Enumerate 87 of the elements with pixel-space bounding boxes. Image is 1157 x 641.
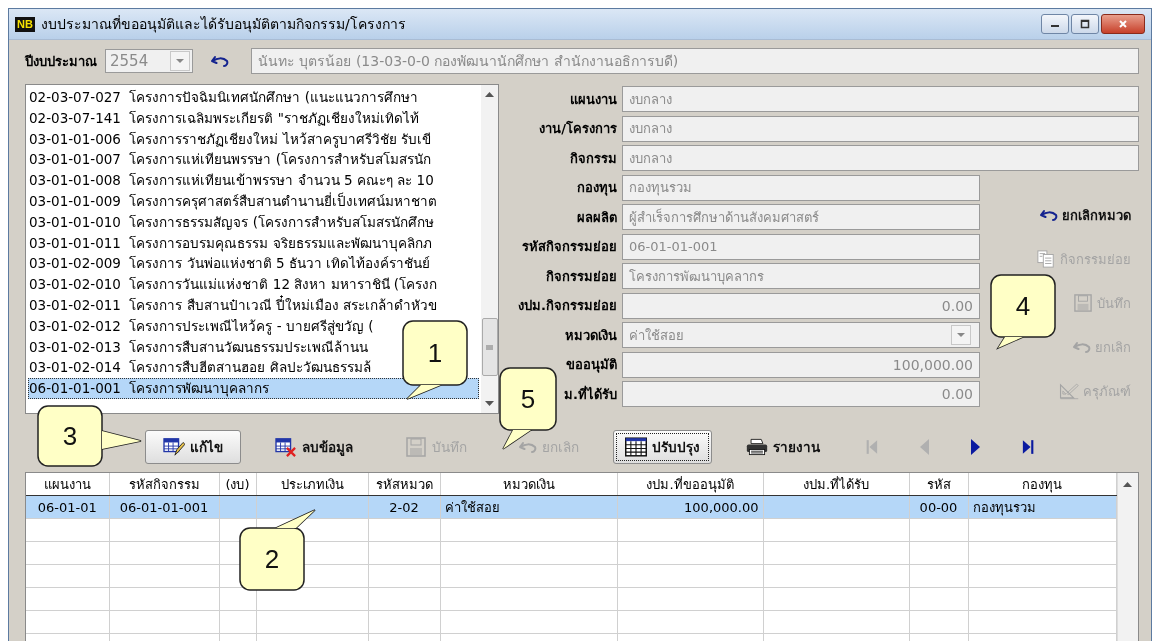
dropdown-arrow-icon[interactable]	[957, 333, 965, 337]
column-header[interactable]: หมวดเงิน	[440, 473, 617, 496]
column-header[interactable]: งปม.ที่ได้รับ	[763, 473, 909, 496]
field-label: งาน/โครงการ	[539, 121, 617, 136]
year-label: ปีงบประมาณ	[25, 52, 97, 71]
field-label: ขออนุมัติ	[566, 357, 617, 372]
column-header[interactable]: รหัส	[909, 473, 968, 496]
list-item[interactable]: 03-01-02-009 โครงการ วันพ่อแห่งชาติ 5 ธันวา เทิดไท้องค์ราชันย์	[28, 253, 431, 275]
table-cell: 06-01-01-001	[109, 495, 219, 519]
triangle-left-icon	[918, 438, 930, 456]
number-field: 0.00	[622, 292, 980, 319]
list-item[interactable]: 03-01-02-013 โครงการสืบสานวัฒนธรรมประเพณีล้านน	[28, 336, 369, 358]
list-item[interactable]: 02-03-07-027 โครงการปัจฉิมนิเทศนักศึกษา (แนะแนวการศึกษา	[28, 87, 419, 108]
number-field: 0.00	[622, 381, 980, 407]
column-header[interactable]: แผนงาน	[26, 473, 109, 496]
callout-number: 5	[520, 384, 536, 414]
scroll-up-icon[interactable]	[485, 92, 494, 97]
callout-number: 4	[1015, 291, 1031, 321]
field-label: งปม.กิจกรรมย่อย	[518, 298, 617, 313]
list-item[interactable]: 03-01-02-011 โครงการ สืบสานป๋าเวณี ปี๋ใหม่เมือง สระเกล้าดำหัวข	[28, 294, 438, 316]
column-header[interactable]: รหัสกิจกรรม	[109, 473, 219, 496]
column-header[interactable]: รหัสหมวด	[368, 473, 440, 496]
scrollbar[interactable]	[1116, 473, 1138, 641]
toolbar-button[interactable]: ปรับปรุง	[613, 430, 712, 464]
person-field: นันทะ บุตรน้อย (13-03-0-0 กองพัฒนานักศึกษา สำนักงานอธิการบดี)	[251, 48, 1139, 74]
triangle-right-icon	[970, 438, 982, 456]
table-cell: ค่าใช้สอย	[440, 495, 617, 519]
column-header[interactable]: กองทุน	[968, 473, 1116, 496]
minimize-button[interactable]	[1041, 14, 1069, 34]
printer-icon	[746, 437, 768, 457]
table-cell: กองทุนรวม	[968, 495, 1116, 519]
list-item[interactable]: 03-01-01-011 โครงการอบรมคุณธรรม จริยธรรมและพัฒนาบุคลิกภ	[28, 232, 432, 254]
list-item[interactable]: 03-01-01-007 โครงการแห่เทียนพรรษา (โครงการสำหรับสโมสรนัก	[28, 149, 432, 171]
scroll-down-icon[interactable]	[485, 401, 494, 406]
table-cell: 06-01-01	[26, 495, 109, 519]
list-item[interactable]: 03-01-01-010 โครงการธรรมสัญจร (โครงการสำหรับสโมสรนักศึกษ	[28, 211, 435, 233]
toolbar-button[interactable]: รายงาน	[728, 430, 838, 464]
project-list[interactable]	[25, 84, 499, 414]
table-cell: 100,000.00	[617, 495, 763, 519]
table-row[interactable]: 06-01-01 06-01-01-001 2-02 ค่าใช้สอย 100,000.00 00-00 กองทุนรวม	[26, 495, 1116, 519]
column-header[interactable]: ประเภทเงิน	[256, 473, 368, 496]
grip-icon	[486, 344, 493, 350]
callout-number: 2	[264, 544, 280, 574]
field-label: กองทุน	[577, 180, 617, 195]
scroll-thumb[interactable]	[481, 318, 498, 376]
callout-number: 1	[427, 338, 443, 368]
field-label: รหัสกิจกรรมย่อย	[522, 239, 617, 254]
list-item[interactable]: 06-01-01-001 โครงการพัฒนาบุคลากร	[28, 378, 479, 399]
set-square-icon	[1059, 382, 1079, 400]
app-logo: NB	[15, 16, 35, 32]
list-item[interactable]: 03-01-02-010 โครงการวันแม่แห่งชาติ 12 สิงหา มหาราชินี (โครงก	[28, 274, 438, 295]
field-label: กิจกรรม	[570, 150, 617, 166]
skip-to-end-icon	[1022, 438, 1034, 456]
list-item[interactable]: 03-01-01-009 โครงการครุศาสตร์สืบสานตำนานยี่เป็งเทศน์มหาชาต	[28, 191, 438, 212]
grid-pencil-icon	[163, 437, 185, 457]
undo-icon[interactable]	[211, 54, 229, 68]
undo-icon	[1073, 340, 1091, 354]
toolbar-button[interactable]: แก้ไข	[145, 430, 241, 464]
field-label: ม.ที่ได้รับ	[564, 386, 617, 402]
close-button[interactable]	[1101, 14, 1145, 34]
list-item[interactable]: 02-03-07-141 โครงการเฉลิมพระเกียรติ "ราชภัฏเชียงใหม่เทิดไท้	[28, 107, 419, 129]
maximize-icon[interactable]	[1080, 19, 1090, 29]
grid-cross-icon	[275, 437, 297, 457]
number-field: 100,000.00	[622, 351, 980, 378]
side-button[interactable]: ยกเลิกหมวด	[1036, 202, 1135, 228]
callout-number: 3	[62, 421, 78, 451]
list-item[interactable]: 03-01-02-012 โครงการประเพณีไหว้ครู - บายศรีสู่ขวัญ (	[28, 315, 374, 337]
documents-icon	[1036, 250, 1056, 268]
undo-icon	[1040, 208, 1058, 222]
field-label: หมวดเงิน	[565, 327, 617, 343]
toolbar-button[interactable]: ลบข้อมูล	[257, 430, 371, 464]
field-label: กิจกรรมย่อย	[546, 268, 617, 284]
scrollbar[interactable]	[481, 85, 498, 413]
scroll-up-icon[interactable]	[1123, 482, 1133, 487]
list-item[interactable]: 03-01-01-008 โครงการแห่เทียนเข้าพรรษา จำนวน 5 คณะๆ ละ 10	[28, 170, 434, 191]
list-item[interactable]: 03-01-02-014 โครงการสืบฮีตสานฮอย ศิลปะวัฒนธรรมล้	[28, 357, 371, 379]
maximize-button[interactable]	[1071, 14, 1099, 34]
close-icon[interactable]	[1118, 19, 1128, 29]
undo-icon	[519, 440, 537, 454]
skip-to-start-icon	[866, 438, 878, 456]
table-icon	[625, 437, 647, 457]
field-label: แผนงาน	[570, 91, 617, 107]
column-header[interactable]: งปม.ที่ขออนุมัติ	[617, 473, 763, 496]
list-item[interactable]: 03-01-01-006 โครงการราชภัฏเชียงใหม่ ไหว้สาครูบาศรีวิชัย รับเขี	[28, 128, 432, 150]
window-title: งบประมาณที่ขออนุมัติและได้รับอนุมัติตามกิจกรรม/โครงการ	[40, 14, 407, 35]
field-label: ผลผลิต	[577, 209, 617, 225]
column-header[interactable]: (งบ)	[219, 473, 256, 496]
